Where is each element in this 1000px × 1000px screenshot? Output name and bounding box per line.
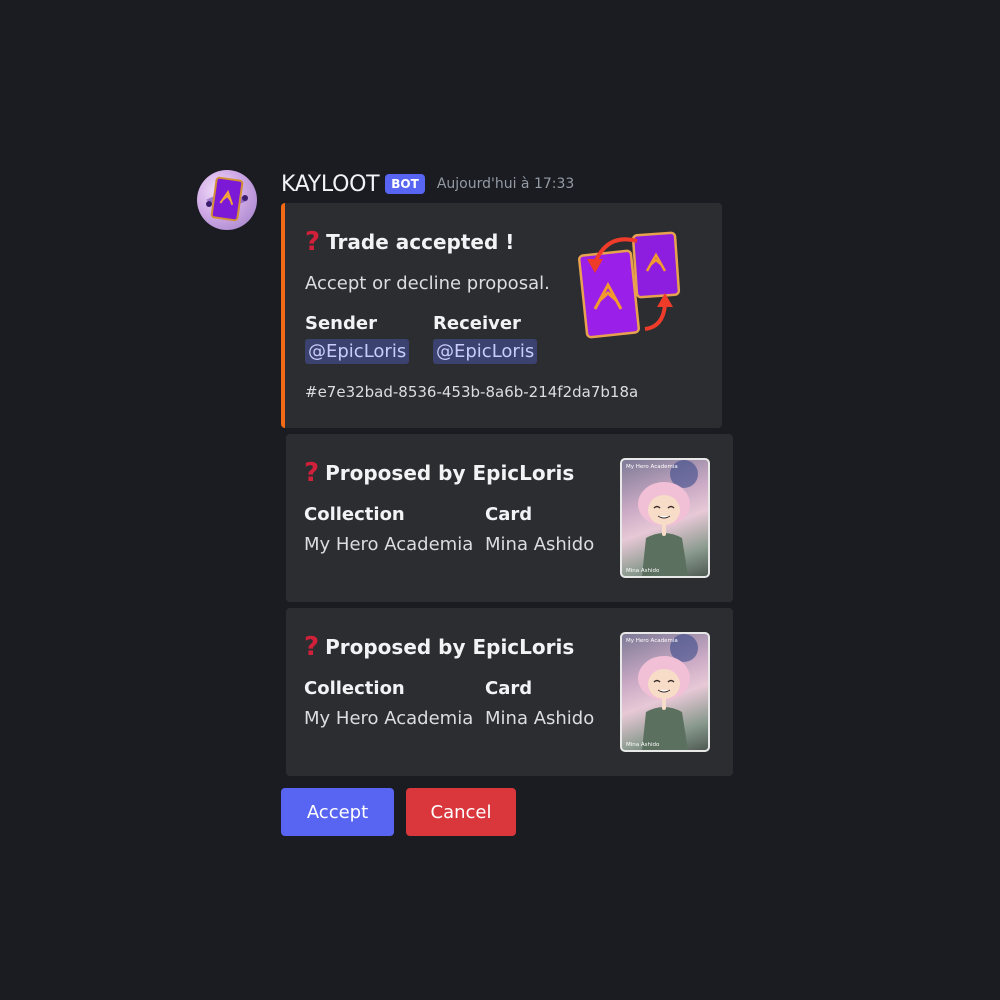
question-mark-icon: ?: [304, 458, 320, 488]
question-mark-icon: ?: [304, 632, 320, 662]
card-bottom-text: Mina Ashido: [626, 568, 660, 574]
embed-title-text: Trade accepted !: [326, 230, 515, 254]
card-bottom-text: Mina Ashido: [626, 742, 660, 748]
card-label: Card: [485, 678, 533, 699]
card-value: Mina Ashido: [485, 534, 595, 555]
card-art: My Hero Academia Mina Ashido: [626, 634, 698, 750]
sender-mention[interactable]: @EpicLoris: [305, 339, 410, 364]
collection-value: My Hero Academia: [304, 708, 474, 729]
card-art: My Hero Academia Mina Ashido: [626, 460, 698, 576]
card-label: Card: [485, 504, 533, 525]
card-avatar-icon: [206, 176, 248, 222]
card-image[interactable]: My Hero Academia Mina Ashido: [620, 632, 710, 752]
username[interactable]: KAYLOOT: [281, 172, 380, 197]
trade-embed: ? Trade accepted ! Accept or decline pro…: [281, 203, 722, 428]
card-image[interactable]: My Hero Academia Mina Ashido: [620, 458, 710, 578]
card-swap-icon[interactable]: [577, 229, 687, 344]
timestamp: Aujourd'hui à 17:33: [436, 176, 575, 192]
collection-value: My Hero Academia: [304, 534, 474, 555]
card-embed-title: ? Proposed by EpicLoris: [304, 634, 574, 660]
message-header: KAYLOOT BOT Aujourd'hui à 17:33: [281, 170, 574, 198]
question-mark-icon: ?: [305, 227, 321, 257]
card-embed-title: ? Proposed by EpicLoris: [304, 460, 574, 486]
embed-description: Accept or decline proposal.: [305, 273, 550, 294]
card-embed: ? Proposed by EpicLoris Collection My He…: [286, 608, 733, 776]
card-top-text: My Hero Academia: [626, 464, 678, 470]
bot-avatar[interactable]: [197, 170, 257, 230]
receiver-mention[interactable]: @EpicLoris: [433, 339, 538, 364]
sender-label: Sender: [305, 313, 377, 334]
card-top-text: My Hero Academia: [626, 638, 678, 644]
card-embed-title-text: Proposed by EpicLoris: [325, 461, 575, 485]
bot-tag: BOT: [385, 174, 425, 194]
collection-label: Collection: [304, 504, 405, 525]
card-embed: ? Proposed by EpicLoris Collection My He…: [286, 434, 733, 602]
card-embed-title-text: Proposed by EpicLoris: [325, 635, 575, 659]
embed-title: ? Trade accepted !: [305, 229, 514, 255]
receiver-label: Receiver: [433, 313, 521, 334]
card-value: Mina Ashido: [485, 708, 595, 729]
trade-id: #e7e32bad-8536-453b-8a6b-214f2da7b18a: [305, 383, 639, 401]
cancel-button[interactable]: Cancel: [406, 788, 516, 836]
accept-button[interactable]: Accept: [281, 788, 394, 836]
collection-label: Collection: [304, 678, 405, 699]
